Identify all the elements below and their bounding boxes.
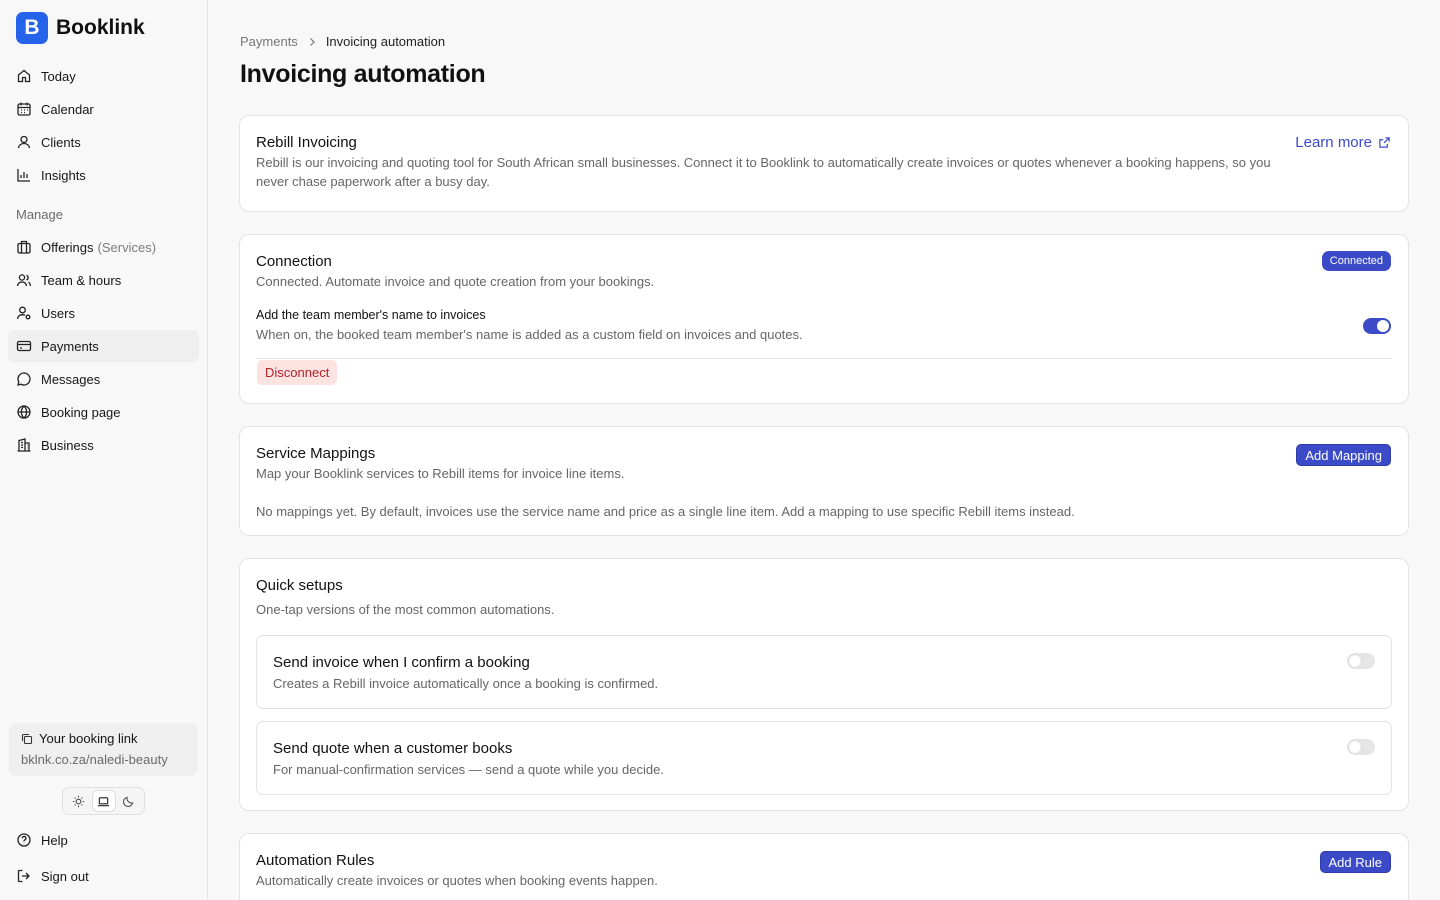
team-member-name-toggle[interactable] — [1363, 318, 1391, 334]
team-member-setting-title: Add the team member's name to invoices — [256, 308, 486, 322]
service-mappings-title: Service Mappings — [256, 445, 376, 462]
quick-setup-item: Send invoice when I confirm a booking Cr… — [256, 635, 1392, 709]
sidebar-item-label: Insights — [41, 167, 86, 183]
sidebar-item-label: Users — [41, 305, 75, 321]
sidebar-item-clients[interactable]: Clients — [8, 126, 199, 158]
globe-icon — [17, 405, 31, 419]
sidebar-item-label: Clients — [41, 134, 81, 150]
sidebar-item-label: Offerings — [41, 239, 94, 255]
connection-title: Connection — [256, 253, 332, 270]
calendar-icon — [17, 102, 31, 116]
automation-rules-title: Automation Rules — [256, 852, 375, 869]
send-invoice-on-confirm-toggle[interactable] — [1347, 653, 1375, 669]
copy-icon[interactable] — [21, 733, 33, 745]
quick-setups-description: One-tap versions of the most common auto… — [256, 602, 555, 617]
team-icon — [16, 274, 32, 287]
booking-link-box[interactable]: Your booking link bklnk.co.za/naledi-bea… — [9, 723, 198, 776]
external-link-icon — [1379, 137, 1390, 148]
automation-rules-description: Automatically create invoices or quotes … — [256, 873, 658, 888]
sidebar-item-label: Messages — [41, 371, 101, 387]
service-mappings-card: Service Mappings Add Mapping Map your Bo… — [239, 426, 1409, 536]
service-mappings-empty-text: No mappings yet. By default, invoices us… — [256, 504, 1075, 519]
learn-more-link[interactable]: Learn more — [1295, 134, 1391, 151]
rebill-description: Rebill is our invoicing and quoting tool… — [256, 155, 1271, 189]
add-mapping-button[interactable]: Add Mapping — [1296, 444, 1391, 466]
brand[interactable]: B Booklink — [16, 12, 145, 44]
booking-link-title: Your booking link — [39, 731, 138, 746]
sign-out-icon — [17, 869, 30, 883]
sidebar-item-offerings[interactable]: Offerings (Services) — [8, 231, 199, 263]
quick-setup-title: Send invoice when I confirm a booking — [273, 654, 530, 671]
sidebar-item-sign-out[interactable]: Sign out — [8, 860, 199, 892]
sidebar-item-label: Sign out — [41, 868, 89, 884]
theme-switch — [62, 787, 145, 815]
quick-setup-description: For manual-confirmation services — send … — [273, 762, 664, 777]
quick-setup-item: Send quote when a customer books For man… — [256, 721, 1392, 795]
connection-card: Connection Connected Connected. Automate… — [239, 234, 1409, 404]
sidebar: B Booklink Today Calendar Clients Insigh… — [0, 0, 208, 900]
sidebar-item-payments[interactable]: Payments — [8, 330, 199, 362]
sidebar-item-calendar[interactable]: Calendar — [8, 93, 199, 125]
quick-setups-card: Quick setups One-tap versions of the mos… — [239, 558, 1409, 811]
booking-link-url[interactable]: bklnk.co.za/naledi-beauty — [21, 752, 186, 767]
sidebar-item-messages[interactable]: Messages — [8, 363, 199, 395]
credit-card-icon — [16, 340, 32, 352]
manage-section-label: Manage — [16, 207, 63, 222]
theme-dark-button[interactable] — [118, 791, 140, 811]
home-icon — [17, 69, 31, 83]
chevron-right-icon — [309, 37, 315, 46]
breadcrumb-current: Invoicing automation — [325, 34, 446, 49]
quick-setup-title: Send quote when a customer books — [273, 740, 513, 757]
brand-logo: B — [16, 12, 48, 44]
message-icon — [17, 372, 31, 386]
sidebar-item-business[interactable]: Business — [8, 429, 199, 461]
page-title: Invoicing automation — [240, 60, 486, 88]
send-quote-on-book-toggle[interactable] — [1347, 739, 1375, 755]
sidebar-item-label: Team & hours — [41, 272, 122, 288]
disconnect-button[interactable]: Disconnect — [257, 360, 338, 385]
brand-name: Booklink — [56, 16, 145, 39]
add-rule-button[interactable]: Add Rule — [1319, 851, 1391, 873]
theme-system-button[interactable] — [92, 791, 115, 811]
sidebar-item-booking-page[interactable]: Booking page — [8, 396, 199, 428]
building-icon — [17, 438, 31, 452]
sidebar-item-insights[interactable]: Insights — [8, 159, 199, 191]
rebill-card: Rebill Invoicing Rebill is our invoicing… — [239, 115, 1409, 212]
sidebar-item-users[interactable]: Users — [8, 297, 199, 329]
chart-icon — [17, 169, 30, 182]
user-icon — [17, 135, 31, 149]
sidebar-item-label: Help — [41, 832, 68, 848]
moon-icon — [123, 796, 134, 807]
laptop-icon — [97, 796, 110, 806]
briefcase-icon — [17, 240, 31, 254]
learn-more-label: Learn more — [1295, 134, 1372, 151]
divider — [256, 358, 1392, 359]
sidebar-item-label: Booking page — [41, 404, 121, 420]
theme-light-button[interactable] — [68, 791, 90, 811]
sidebar-item-help[interactable]: Help — [8, 824, 199, 856]
sidebar-item-label: Business — [41, 437, 94, 453]
status-badge: Connected — [1321, 251, 1391, 271]
sidebar-item-label: Payments — [41, 338, 99, 354]
connection-description: Connected. Automate invoice and quote cr… — [256, 274, 655, 289]
team-member-setting-description: When on, the booked team member's name i… — [256, 327, 803, 342]
quick-setups-title: Quick setups — [256, 577, 343, 594]
quick-setup-description: Creates a Rebill invoice automatically o… — [273, 676, 659, 691]
sidebar-item-team-hours[interactable]: Team & hours — [8, 264, 199, 296]
user-settings-icon — [16, 306, 31, 320]
sidebar-item-label: Today — [41, 68, 76, 84]
sidebar-item-label: Calendar — [41, 101, 94, 117]
sun-icon — [72, 795, 85, 807]
help-icon — [17, 833, 31, 847]
automation-rules-card: Automation Rules Add Rule Automatically … — [239, 833, 1409, 900]
rebill-title: Rebill Invoicing — [256, 134, 357, 151]
sidebar-item-today[interactable]: Today — [8, 60, 199, 92]
sidebar-item-suffix: (Services) — [97, 239, 157, 255]
breadcrumb: Payments Invoicing automation — [240, 34, 445, 49]
service-mappings-description: Map your Booklink services to Rebill ite… — [256, 466, 625, 481]
breadcrumb-parent[interactable]: Payments — [240, 34, 298, 49]
